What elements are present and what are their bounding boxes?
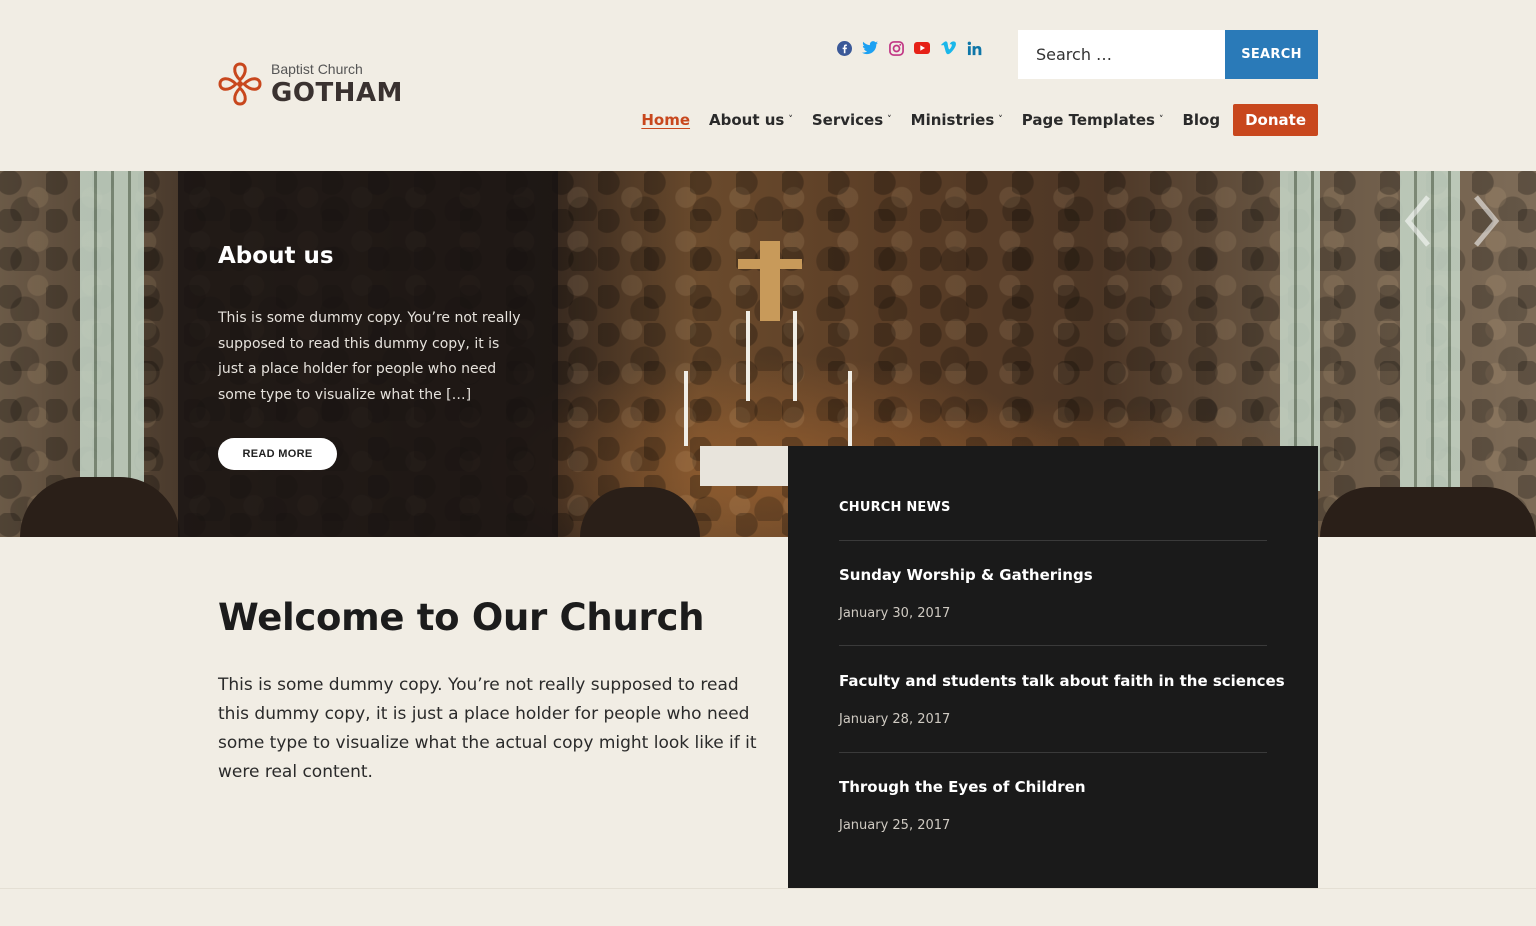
brand-subtitle: Baptist Church bbox=[271, 61, 363, 77]
candle-image bbox=[793, 311, 797, 401]
instagram-icon[interactable] bbox=[888, 40, 904, 56]
divider bbox=[0, 888, 1536, 889]
nav-item-label: Home bbox=[641, 111, 691, 129]
chevron-down-icon: ˅ bbox=[887, 115, 892, 125]
youtube-icon[interactable] bbox=[914, 40, 930, 56]
nav-item-blog[interactable]: Blog bbox=[1182, 111, 1220, 129]
nav-item-ministries[interactable]: Ministries ˅ bbox=[911, 111, 1003, 129]
donate-button[interactable]: Donate bbox=[1233, 104, 1318, 136]
about-text: This is some dummy copy. You’re not real… bbox=[218, 310, 521, 403]
chevron-left-icon[interactable] bbox=[1398, 191, 1438, 251]
nav-item-page-templates[interactable]: Page Templates ˅ bbox=[1022, 111, 1164, 129]
nav-item-services[interactable]: Services ˅ bbox=[812, 111, 892, 129]
congregation-image bbox=[1320, 487, 1536, 537]
chevron-down-icon: ˅ bbox=[788, 115, 793, 125]
news-item-title[interactable]: Sunday Worship & Gatherings bbox=[839, 566, 1093, 584]
church-window-image bbox=[80, 171, 144, 491]
news-heading: CHURCH NEWS bbox=[839, 500, 951, 515]
divider bbox=[839, 540, 1267, 541]
chevron-down-icon: ˅ bbox=[998, 115, 1003, 125]
church-window-image bbox=[1280, 171, 1320, 491]
about-title: About us bbox=[218, 243, 334, 269]
site-header: Baptist Church GOTHAM SEARCH Home About … bbox=[0, 0, 1536, 171]
nav-item-label: About us bbox=[709, 111, 785, 129]
search-input[interactable] bbox=[1018, 30, 1225, 79]
candle-image bbox=[848, 371, 852, 446]
search-button[interactable]: SEARCH bbox=[1225, 30, 1318, 79]
church-logo-icon bbox=[218, 62, 262, 106]
brand-name: GOTHAM bbox=[271, 78, 403, 108]
crucifix-image bbox=[738, 241, 802, 321]
welcome-text: This is some dummy copy. You’re not real… bbox=[218, 675, 757, 782]
news-item-title[interactable]: Faculty and students talk about faith in… bbox=[839, 672, 1285, 690]
site-logo[interactable]: Baptist Church GOTHAM bbox=[218, 60, 403, 108]
linkedin-icon[interactable] bbox=[966, 40, 982, 56]
divider bbox=[839, 645, 1267, 646]
divider bbox=[839, 752, 1267, 753]
news-item-date: January 30, 2017 bbox=[839, 606, 951, 621]
nav-item-label: Services bbox=[811, 111, 884, 129]
church-news-panel: CHURCH NEWS Sunday Worship & Gatherings … bbox=[788, 446, 1318, 888]
social-links bbox=[836, 40, 982, 56]
news-item-date: January 28, 2017 bbox=[839, 712, 951, 727]
main-nav: Home About us ˅ Services ˅ Ministries ˅ Pag… bbox=[641, 104, 1318, 136]
search-form: SEARCH bbox=[1018, 30, 1318, 79]
welcome-title: Welcome to Our Church bbox=[218, 596, 705, 639]
candle-image bbox=[684, 371, 688, 446]
nav-item-label: Blog bbox=[1182, 111, 1221, 129]
altar-image bbox=[700, 446, 800, 486]
twitter-icon[interactable] bbox=[862, 40, 878, 56]
candle-image bbox=[746, 311, 750, 401]
news-item-date: January 25, 2017 bbox=[839, 818, 951, 833]
chevron-right-icon[interactable] bbox=[1466, 191, 1506, 251]
read-more-button[interactable]: READ MORE bbox=[218, 438, 337, 470]
nav-item-label: Page Templates bbox=[1021, 111, 1155, 129]
about-panel: About us This is some dummy copy. You’re… bbox=[178, 171, 558, 537]
nav-item-label: Ministries bbox=[910, 111, 995, 129]
facebook-icon[interactable] bbox=[836, 40, 852, 56]
chevron-down-icon: ˅ bbox=[1158, 115, 1164, 125]
news-item-title[interactable]: Through the Eyes of Children bbox=[839, 778, 1086, 796]
nav-item-about-us[interactable]: About us ˅ bbox=[709, 111, 793, 129]
vimeo-icon[interactable] bbox=[940, 40, 956, 56]
nav-item-home[interactable]: Home bbox=[641, 111, 690, 129]
